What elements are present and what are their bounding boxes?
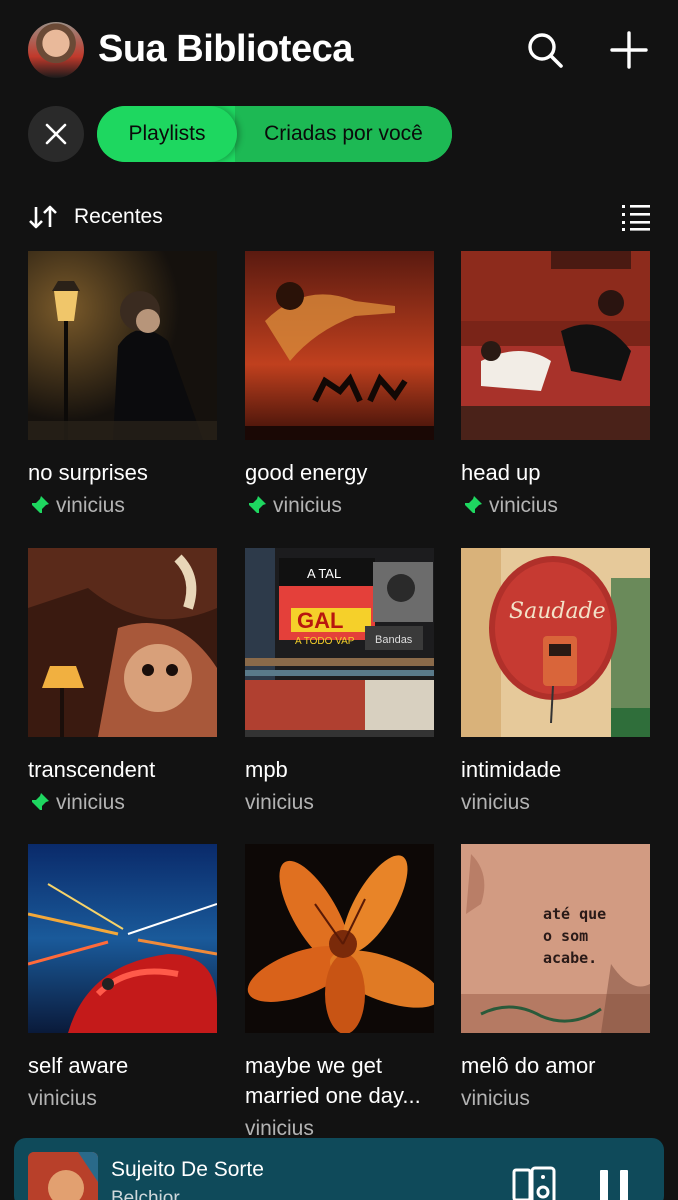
record-label-sub: A TODO VAP xyxy=(295,636,355,647)
playlist-cover[interactable]: Saudade xyxy=(461,548,650,737)
cover-art-couple-sofa xyxy=(461,251,650,440)
playlist-title: self aware xyxy=(28,1053,129,1078)
playlist-cover[interactable] xyxy=(461,251,650,440)
playlist-title: transcendent xyxy=(28,757,156,782)
playlist-card[interactable]: Saudade intimidade vinicius xyxy=(461,548,650,817)
saudade-sign-text: Saudade xyxy=(509,599,606,624)
playlist-owner: vinicius xyxy=(28,1087,97,1110)
sort-label[interactable]: Recentes xyxy=(74,205,163,229)
playlist-owner-row: vinicius xyxy=(461,1085,650,1113)
playlist-cover[interactable] xyxy=(28,548,217,737)
record-label-main: GAL xyxy=(297,608,343,633)
cover-art-lily-flower xyxy=(245,844,434,1033)
playlist-card[interactable]: até que o som acabe. melô do amor vinici… xyxy=(461,844,650,1113)
cover-art-graffiti-wall: até que o som acabe. xyxy=(461,844,650,1033)
clear-filters-button[interactable] xyxy=(28,106,84,162)
playlist-owner: vinicius xyxy=(273,494,342,517)
playlist-owner-row: vinicius xyxy=(461,789,650,817)
graffiti-line-2: o som xyxy=(543,927,588,945)
cover-art-night-street xyxy=(28,251,217,440)
playlist-owner-row: vinicius xyxy=(28,789,217,817)
now-playing-artist: Belchior xyxy=(111,1188,180,1200)
cover-art-record-crates: A TAL GAL A TODO VAP Bandas xyxy=(245,548,434,737)
playlist-title: head up xyxy=(461,460,541,485)
playlist-owner: vinicius xyxy=(461,1087,530,1110)
playlist-owner: vinicius xyxy=(489,494,558,517)
now-playing-cover-art xyxy=(28,1152,98,1200)
playlist-card[interactable]: A TAL GAL A TODO VAP Bandas mpb vinicius xyxy=(245,548,434,817)
filter-chip-group: Playlists Criadas por você xyxy=(97,106,452,162)
playlist-title: maybe we get married one day... xyxy=(245,1053,421,1108)
playlist-title: intimidade xyxy=(461,757,562,782)
playlist-owner: vinicius xyxy=(56,494,125,517)
now-playing-bar[interactable]: Sujeito De Sorte Belchior xyxy=(14,1138,664,1200)
playlist-cover[interactable] xyxy=(28,251,217,440)
cover-art-saudade-phone: Saudade xyxy=(461,548,650,737)
playlist-cover[interactable] xyxy=(245,251,434,440)
playlist-cover[interactable] xyxy=(28,844,217,1033)
playlist-owner: vinicius xyxy=(56,791,125,814)
page-title: Sua Biblioteca xyxy=(98,28,353,70)
devices-icon[interactable] xyxy=(512,1166,558,1200)
search-button[interactable] xyxy=(523,28,567,72)
playlist-card[interactable]: transcendent vinicius xyxy=(28,548,217,817)
playlist-owner-row: vinicius xyxy=(28,492,217,520)
cover-art-jazz-dancers xyxy=(245,251,434,440)
filter-chip-created-by-you[interactable]: Criadas por você xyxy=(235,106,452,162)
playlist-card[interactable]: self aware vinicius xyxy=(28,844,217,1113)
library-header: Sua Biblioteca xyxy=(0,0,678,100)
playlist-card[interactable]: maybe we get married one day... vinicius xyxy=(245,844,434,1143)
cover-art-lamp-mural xyxy=(28,548,217,737)
pin-icon xyxy=(463,496,482,515)
search-icon xyxy=(528,33,563,68)
playlist-card[interactable]: head up vinicius xyxy=(461,251,650,520)
pause-icon[interactable] xyxy=(596,1168,632,1200)
playlist-title: mpb xyxy=(245,757,288,782)
playlist-title: melô do amor xyxy=(461,1053,596,1078)
pin-icon xyxy=(30,793,49,812)
graffiti-line-3: acabe. xyxy=(543,949,597,967)
filter-bar: Playlists Criadas por você xyxy=(0,104,678,164)
playlist-owner-row: vinicius xyxy=(28,1085,217,1113)
close-icon xyxy=(45,123,67,145)
playlist-owner: vinicius xyxy=(245,791,314,814)
playlist-owner-row: vinicius xyxy=(245,789,434,817)
user-avatar[interactable] xyxy=(28,22,84,78)
playlist-cover[interactable] xyxy=(245,844,434,1033)
playlist-title: good energy xyxy=(245,460,368,485)
record-label-top: A TAL xyxy=(307,566,341,581)
list-view-icon[interactable] xyxy=(620,202,652,232)
now-playing-cover[interactable] xyxy=(28,1152,98,1200)
playlist-card[interactable]: good energy vinicius xyxy=(245,251,434,520)
filter-chip-playlists[interactable]: Playlists xyxy=(97,106,237,162)
add-button[interactable] xyxy=(607,28,651,72)
playlist-owner: vinicius xyxy=(461,791,530,814)
playlist-owner-row: vinicius xyxy=(245,492,434,520)
playlist-owner-row: vinicius xyxy=(461,492,650,520)
now-playing-title: Sujeito De Sorte xyxy=(111,1158,264,1181)
crate-sign: Bandas xyxy=(375,634,413,646)
pin-icon xyxy=(247,496,266,515)
graffiti-line-1: até que xyxy=(543,905,606,923)
cover-art-speed-car xyxy=(28,844,217,1033)
playlist-cover[interactable]: A TAL GAL A TODO VAP Bandas xyxy=(245,548,434,737)
playlist-cover[interactable]: até que o som acabe. xyxy=(461,844,650,1033)
sort-arrows-icon[interactable] xyxy=(28,203,60,231)
pin-icon xyxy=(30,496,49,515)
playlist-card[interactable]: no surprises vinicius xyxy=(28,251,217,520)
playlist-title: no surprises xyxy=(28,460,148,485)
sort-bar: Recentes xyxy=(0,196,678,238)
plus-icon xyxy=(610,31,648,69)
